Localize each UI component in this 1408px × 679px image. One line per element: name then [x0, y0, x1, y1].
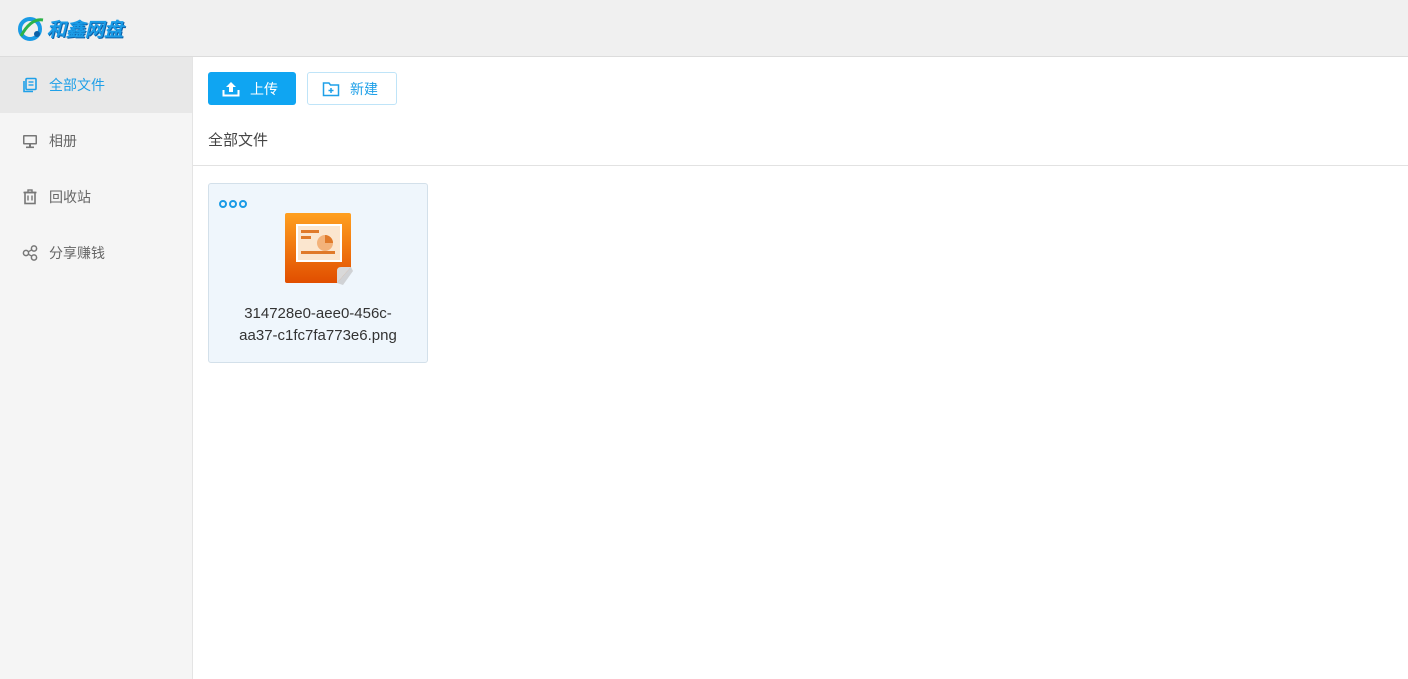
sidebar-item-label: 相册 — [49, 133, 77, 149]
upload-button-label: 上传 — [250, 80, 278, 97]
sidebar-item-label: 回收站 — [49, 189, 91, 205]
file-name-line: 314728e0-aee0-456c- — [244, 305, 392, 322]
sidebar-item-label: 分享赚钱 — [49, 245, 105, 261]
app-header: 和鑫网盘 — [0, 0, 1408, 57]
sidebar: 全部文件 相册 回收站 分享赚钱 — [0, 57, 193, 679]
new-folder-icon — [322, 80, 340, 98]
logo-icon — [17, 14, 45, 42]
more-options-icon[interactable] — [219, 200, 247, 208]
divider — [193, 165, 1408, 166]
logo-text: 和鑫网盘 — [47, 18, 124, 41]
upload-icon — [222, 80, 240, 98]
file-card[interactable]: 314728e0-aee0-456c- aa37-c1fc7fa773e6.pn… — [208, 183, 428, 363]
monitor-icon — [21, 132, 39, 150]
sidebar-item-share-earn[interactable]: 分享赚钱 — [0, 225, 192, 281]
trash-icon — [21, 188, 39, 206]
files-icon — [21, 76, 39, 94]
new-folder-button-label: 新建 — [350, 80, 378, 97]
presentation-file-icon — [283, 211, 355, 287]
sidebar-item-label: 全部文件 — [49, 77, 105, 93]
sidebar-item-album[interactable]: 相册 — [0, 113, 192, 169]
toolbar: 上传 新建 — [208, 72, 397, 105]
sidebar-item-recycle-bin[interactable]: 回收站 — [0, 169, 192, 225]
file-name: 314728e0-aee0-456c- aa37-c1fc7fa773e6.pn… — [209, 303, 427, 347]
sidebar-item-all-files[interactable]: 全部文件 — [0, 57, 192, 113]
new-folder-button[interactable]: 新建 — [307, 72, 397, 105]
main-content: 上传 新建 全部文件 314728e0-aee0-456c- aa37-c1fc… — [193, 57, 1408, 679]
logo[interactable]: 和鑫网盘 — [17, 12, 123, 44]
upload-button[interactable]: 上传 — [208, 72, 296, 105]
share-icon — [21, 244, 39, 262]
breadcrumb: 全部文件 — [208, 132, 269, 149]
file-name-line: aa37-c1fc7fa773e6.png — [239, 327, 397, 344]
